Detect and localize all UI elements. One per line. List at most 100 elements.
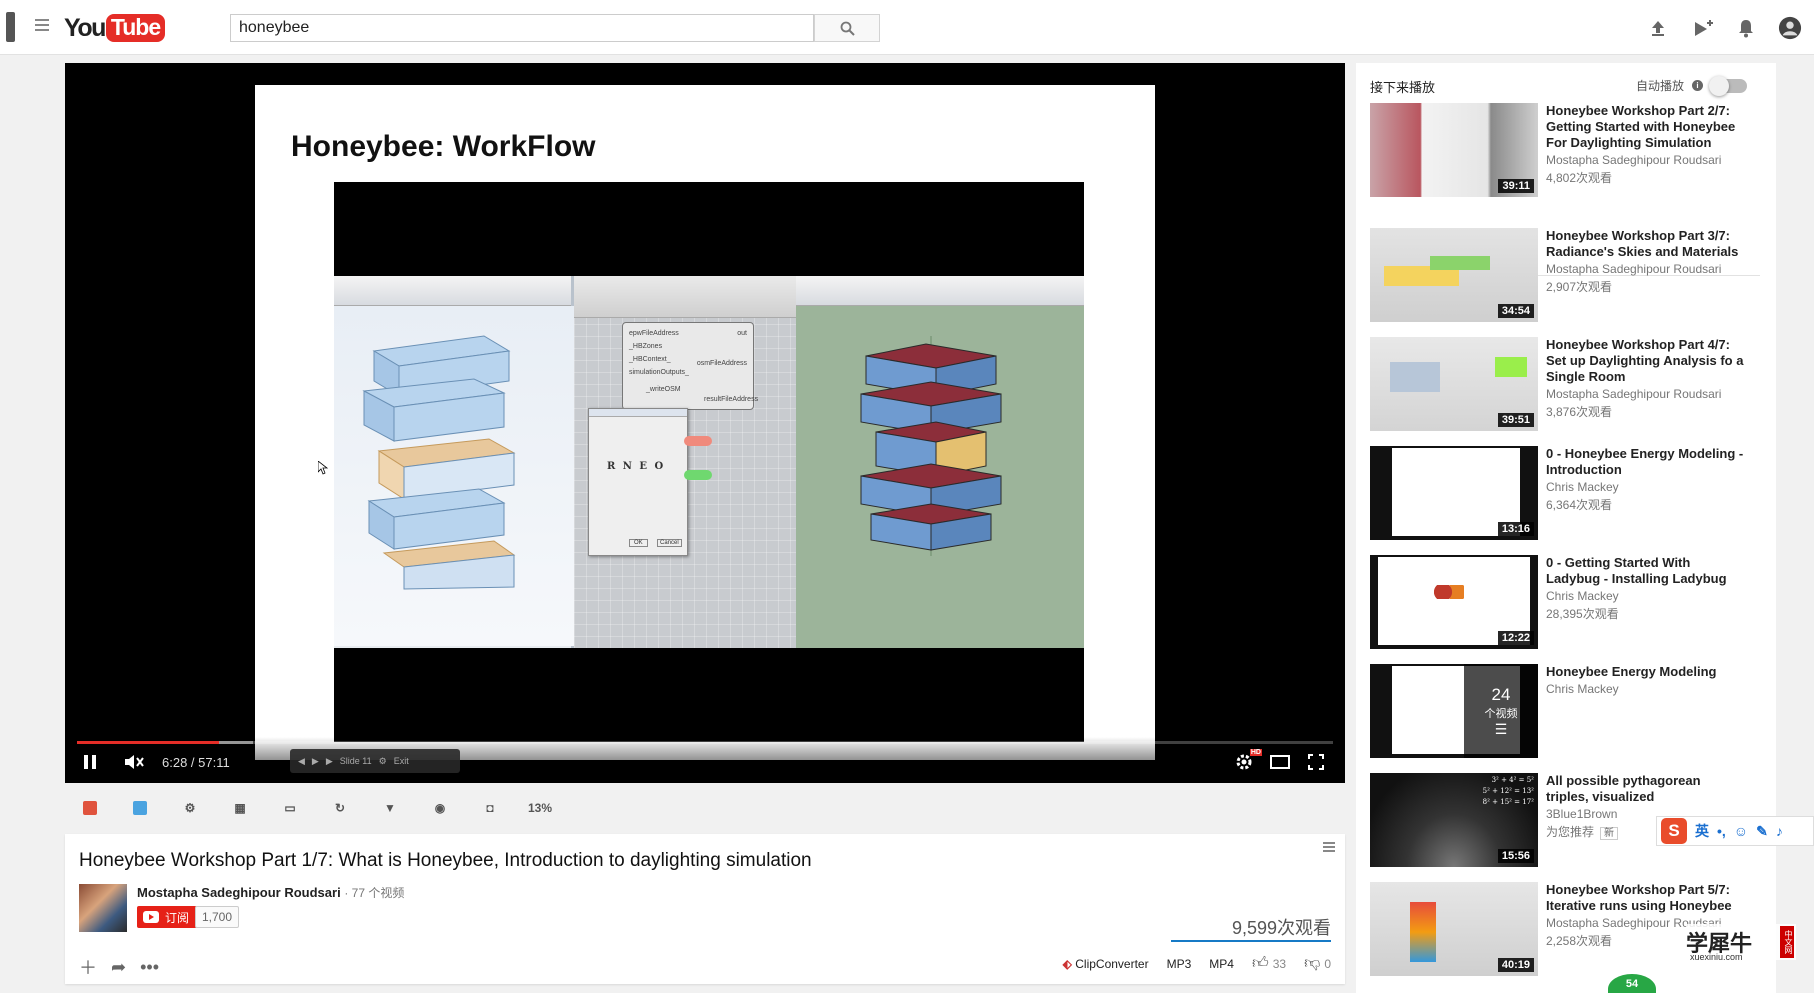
- related-video-card[interactable]: 39:11 Honeybee Workshop Part 2/7: Gettin…: [1370, 103, 1770, 203]
- pen-icon[interactable]: ✎: [1756, 823, 1768, 840]
- screen-icon[interactable]: ▭: [265, 801, 315, 815]
- emoji-icon[interactable]: ☺: [1734, 823, 1748, 839]
- mp4-link[interactable]: MP4: [1209, 957, 1234, 971]
- search-button[interactable]: [814, 14, 880, 42]
- thumbnail-detail: [1495, 357, 1527, 377]
- video-thumbnail[interactable]: 34:54: [1370, 228, 1538, 322]
- window-edge-icon: [6, 12, 15, 42]
- video-thumbnail[interactable]: 3² + 4² = 5² 5² + 12² = 13² 8² + 15² = 1…: [1370, 773, 1538, 867]
- gh-properties-dialog: R N E O OK Cancel: [588, 408, 688, 556]
- related-video-title[interactable]: Honeybee Workshop Part 3/7: Radiance's S…: [1546, 228, 1746, 260]
- add-to-icon[interactable]: ＋: [79, 954, 97, 980]
- microphone-icon[interactable]: ♪: [1776, 823, 1783, 839]
- formula-overlay: 3² + 4² = 5² 5² + 12² = 13² 8² + 15² = 1…: [1483, 775, 1534, 808]
- globe-icon[interactable]: ◉: [415, 801, 465, 815]
- playlist-thumbnail[interactable]: 24 个视频 ☰: [1370, 664, 1538, 758]
- related-video-card[interactable]: 39:51 Honeybee Workshop Part 4/7: Set up…: [1370, 337, 1770, 437]
- thumbs-down-icon: 👎︎: [1304, 955, 1321, 972]
- gh-node-output-0: out: [737, 330, 747, 337]
- related-playlist-card[interactable]: 24 个视频 ☰ Honeybee Energy Modeling Chris …: [1370, 664, 1770, 764]
- formula-line: 5² + 12² = 13²: [1482, 787, 1534, 795]
- youtube-logo[interactable]: You Tube: [64, 13, 166, 43]
- slide-number[interactable]: Slide 11: [340, 756, 372, 766]
- building-model-left: [362, 335, 516, 590]
- related-video-card[interactable]: 12:22 0 - Getting Started With Ladybug -…: [1370, 555, 1770, 655]
- related-video-title[interactable]: Honeybee Workshop Part 2/7: Getting Star…: [1546, 103, 1746, 151]
- next-slide-icon[interactable]: ▶: [326, 756, 333, 767]
- prev-slide-icon[interactable]: ◀: [298, 756, 305, 767]
- fullscreen-button[interactable]: [1303, 751, 1329, 773]
- dislike-button[interactable]: 👎︎ 0: [1304, 954, 1331, 973]
- info-icon[interactable]: i: [1692, 80, 1704, 91]
- slide-settings-icon[interactable]: ⚙: [379, 756, 387, 767]
- red-square-icon[interactable]: [65, 801, 115, 815]
- video-thumbnail[interactable]: 13:16: [1370, 446, 1538, 540]
- create-video-icon[interactable]: [1692, 16, 1716, 40]
- video-thumbnail[interactable]: 39:51: [1370, 337, 1538, 431]
- camera-icon[interactable]: ◘: [465, 801, 515, 815]
- upload-icon[interactable]: [1646, 16, 1670, 40]
- duration-badge: 12:22: [1497, 631, 1534, 645]
- ime-toolbar[interactable]: S 英 •, ☺ ✎ ♪: [1656, 816, 1814, 846]
- video-player[interactable]: Honeybee: WorkFlow epwFileAddress _HBZon…: [65, 63, 1345, 783]
- video-thumbnail[interactable]: 40:19: [1370, 882, 1538, 976]
- watermark-tag: 中文网: [1780, 926, 1794, 958]
- punctuation-icon[interactable]: •,: [1717, 823, 1726, 839]
- refresh-icon[interactable]: ↻: [315, 801, 365, 815]
- clipconverter-link[interactable]: ⬖ ClipConverter: [1063, 957, 1149, 971]
- new-badge: 新: [1600, 827, 1619, 840]
- dialog-letters: R N E O: [607, 461, 666, 472]
- more-menu-icon[interactable]: [1323, 842, 1335, 852]
- more-actions-icon[interactable]: •••: [140, 957, 159, 978]
- mp3-link[interactable]: MP3: [1167, 957, 1192, 971]
- mute-button[interactable]: [121, 751, 147, 773]
- ime-language-toggle[interactable]: 英: [1695, 821, 1709, 841]
- share-icon[interactable]: ➦: [111, 957, 126, 978]
- video-thumbnail[interactable]: 39:11: [1370, 103, 1538, 197]
- autoplay-label: 自动播放: [1636, 79, 1685, 93]
- related-video-card[interactable]: 13:16 0 - Honeybee Energy Modeling - Int…: [1370, 446, 1770, 546]
- related-video-channel: Chris Mackey: [1546, 682, 1619, 696]
- presentation-slide: Honeybee: WorkFlow epwFileAddress _HBZon…: [255, 85, 1155, 760]
- related-video-card[interactable]: 34:54 Honeybee Workshop Part 3/7: Radian…: [1370, 228, 1770, 328]
- formula-line: 8² + 15² = 17²: [1482, 798, 1534, 806]
- guide-menu-icon[interactable]: [35, 19, 49, 31]
- filter-icon[interactable]: ▼: [365, 801, 415, 815]
- theater-mode-icon: [1270, 755, 1290, 769]
- zoom-percent[interactable]: 13%: [515, 801, 565, 815]
- related-video-channel: Mostapha Sadeghipour Roudsari: [1546, 153, 1722, 167]
- settings-button[interactable]: HD: [1232, 749, 1262, 773]
- slide-exit[interactable]: Exit: [394, 756, 409, 766]
- related-video-title[interactable]: 0 - Honeybee Energy Modeling - Introduct…: [1546, 446, 1746, 478]
- play-slide-icon[interactable]: ▶: [312, 756, 319, 767]
- progress-bar[interactable]: [77, 741, 1333, 744]
- theater-mode-button[interactable]: [1267, 751, 1293, 773]
- related-video-title[interactable]: All possible pythagorean triples, visual…: [1546, 773, 1746, 805]
- account-avatar-icon[interactable]: [1778, 16, 1802, 40]
- thumbs-up-icon: 👍︎: [1251, 955, 1269, 972]
- clipconverter-label: ClipConverter: [1075, 956, 1149, 971]
- hd-badge: HD: [1249, 749, 1262, 756]
- related-video-title[interactable]: Honeybee Workshop Part 4/7: Set up Dayli…: [1546, 337, 1746, 385]
- related-video-title[interactable]: 0 - Getting Started With Ladybug - Insta…: [1546, 555, 1746, 587]
- like-button[interactable]: 👍︎ 33: [1252, 954, 1286, 973]
- gear-icon[interactable]: ⚙: [165, 801, 215, 815]
- channel-avatar[interactable]: [79, 884, 127, 932]
- sogou-logo-icon: S: [1661, 818, 1687, 844]
- autoplay-toggle[interactable]: [1709, 75, 1748, 96]
- subscribe-button[interactable]: 订阅: [137, 906, 198, 928]
- film-icon[interactable]: ▦: [215, 801, 265, 815]
- related-video-title[interactable]: Honeybee Energy Modeling: [1546, 664, 1746, 680]
- like-count: 33: [1272, 957, 1287, 971]
- subscribe-label: 订阅: [165, 910, 190, 925]
- gh-node-input-2: _HBZones: [629, 343, 663, 350]
- blue-square-icon[interactable]: [115, 801, 165, 815]
- video-thumbnail[interactable]: 12:22: [1370, 555, 1538, 649]
- duration-badge: 40:19: [1497, 958, 1534, 972]
- notifications-bell-icon[interactable]: [1734, 16, 1758, 40]
- slide-navigator[interactable]: ◀ ▶ ▶ Slide 11 ⚙ Exit: [290, 749, 460, 773]
- search-input[interactable]: [230, 14, 814, 42]
- pause-button[interactable]: [79, 751, 101, 773]
- related-video-title[interactable]: Honeybee Workshop Part 5/7: Iterative ru…: [1546, 882, 1746, 914]
- channel-name[interactable]: Mostapha Sadeghipour Roudsari: [137, 885, 341, 900]
